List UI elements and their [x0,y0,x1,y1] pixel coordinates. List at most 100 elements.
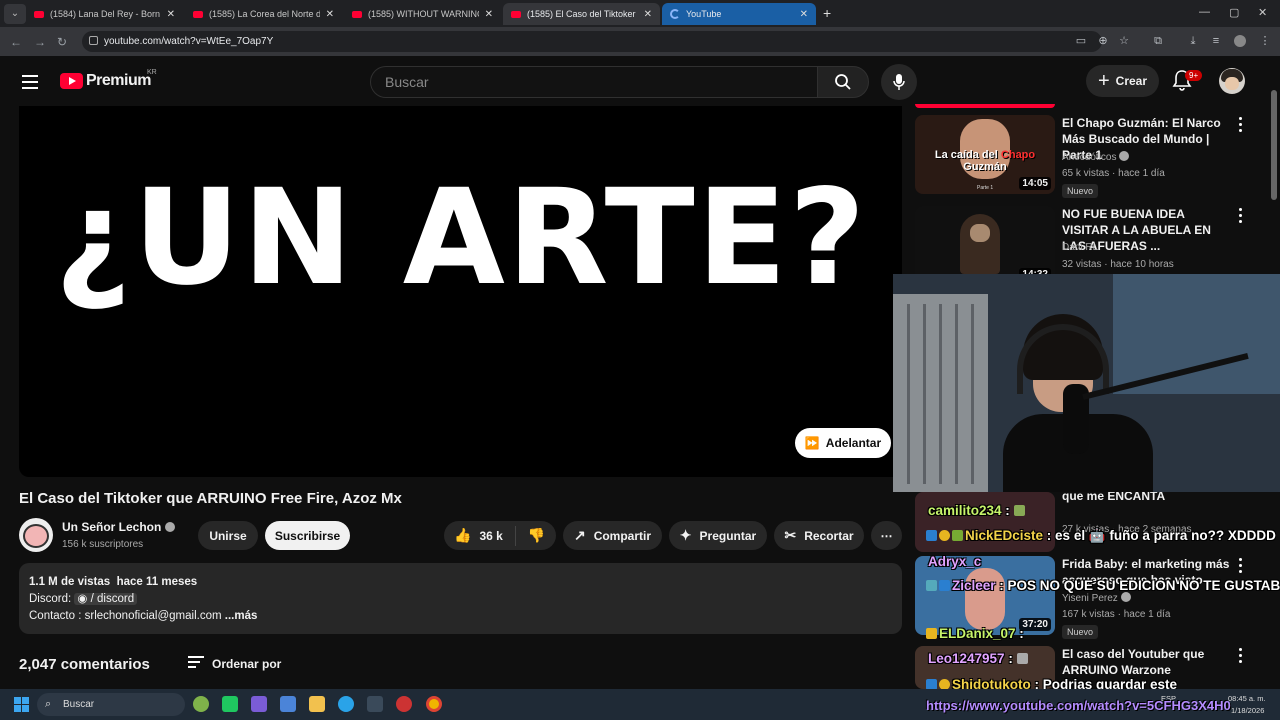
badge-icon [952,530,963,541]
new-badge: Nuevo [1062,184,1099,198]
voice-search-button[interactable] [881,64,917,100]
video-thumbnail[interactable]: La caída del Chapo Guzmán Parte 1 14:05 [915,115,1055,194]
account-avatar[interactable] [1219,68,1245,94]
app-icon-4[interactable] [396,696,412,712]
subscribe-button[interactable]: Suscribirse [265,521,350,550]
cast-icon[interactable]: ▭ [1075,35,1087,47]
more-vertical-icon[interactable] [1239,648,1243,666]
copilot-icon[interactable] [251,696,267,712]
site-info-icon[interactable] [89,36,98,45]
recommended-channel[interactable]: Dani RL [1062,242,1098,253]
windows-start-icon[interactable] [14,697,29,712]
app-icon-2[interactable] [222,696,238,712]
close-tab-icon[interactable]: ✕ [167,9,175,20]
close-tab-icon[interactable]: ✕ [800,9,808,20]
recommended-video[interactable]: 14:32 NO FUE BUENA IDEA VISITAR A LA ABU… [915,206,1255,285]
app-icon-3[interactable] [367,696,383,712]
bookmark-star-icon[interactable]: ☆ [1118,35,1130,47]
share-button[interactable]: ↗ Compartir [563,521,662,550]
skip-forward-button[interactable]: ⏩ Adelantar [795,428,891,458]
show-more-link[interactable]: ...más [225,610,258,622]
search-button[interactable] [817,66,869,98]
scissors-icon: ✂ [784,527,797,543]
close-tab-icon[interactable]: ✕ [644,9,652,20]
channel-name[interactable]: Un Señor Lechon [62,520,176,534]
browser-menu-icon[interactable]: ⋮ [1259,35,1271,47]
profile-avatar-icon[interactable] [1234,35,1246,47]
like-count[interactable]: 36 k [479,529,502,543]
sparkle-icon: ✦ [679,527,692,543]
badge-icon [939,580,950,591]
tab-search-chevron-icon[interactable]: ⌄ [4,3,26,24]
tab-1[interactable]: (1584) Lana Del Rey - Born To D ✕ [26,3,183,25]
badge-icon [926,580,937,591]
clip-button[interactable]: ✂ Recortar [774,521,864,550]
create-button[interactable]: + Crear [1086,65,1159,97]
app-icon-1[interactable] [193,696,209,712]
youtube-favicon-icon [193,10,203,18]
chat-message: Zicleer : POS NO QUE SU EDICION NO TE GU… [926,578,1280,593]
chat-message: Leo1247957 : [928,651,1030,666]
verified-icon [165,522,176,532]
close-window-icon[interactable]: ✕ [1258,6,1267,19]
extensions-icon[interactable]: ⧉ [1152,35,1164,47]
youtube-play-icon [60,73,83,89]
close-tab-icon[interactable]: ✕ [326,9,334,20]
screen: ⌄ (1584) Lana Del Rey - Born To D ✕ (158… [0,0,1280,720]
plus-icon: + [1097,69,1110,92]
back-icon[interactable]: ← [10,35,22,49]
youtube-favicon-icon [511,10,521,18]
duration-badge: 37:20 [1019,618,1051,631]
youtube-premium-logo[interactable]: Premium KR [60,69,157,90]
watched-progress-bar [915,104,1055,108]
recommended-title[interactable]: El caso del Youtuber que ARRUINO Warzone [1062,646,1232,678]
more-actions-button[interactable]: ⋯ [871,521,902,550]
download-icon[interactable]: ⤓ [1187,35,1199,47]
new-badge: Nuevo [1062,625,1099,639]
media-controls-icon[interactable]: ≡ [1210,35,1222,47]
tab-2[interactable]: (1585) La Corea del Norte de E ✕ [185,3,342,25]
chat-message: Adryx_c [928,554,982,569]
recommended-video[interactable]: La caída del Chapo Guzmán Parte 1 14:05 … [915,115,1255,200]
file-explorer-icon[interactable] [309,696,325,712]
tab-4[interactable]: (1585) El Caso del Tiktoker que ✕ [503,3,660,25]
chrome-icon[interactable] [426,696,442,712]
channel-avatar[interactable] [19,518,53,552]
more-vertical-icon[interactable] [1239,208,1243,226]
join-button[interactable]: Unirse [198,521,258,550]
url-field[interactable]: youtube.com/watch?v=WtEe_7Oap7Y [82,31,1102,52]
forward-icon[interactable]: → [34,35,46,49]
ask-button[interactable]: ✦ Preguntar [669,521,767,550]
tab-3[interactable]: (1585) WITHOUT WARNING | E ✕ [344,3,501,25]
discord-link[interactable]: ◉ / discord [74,593,138,605]
notification-badge: 9+ [1185,70,1203,81]
fast-forward-icon: ⏩ [804,436,820,450]
recommended-channel[interactable]: Yiseni Perez [1062,592,1131,604]
maximize-icon[interactable]: ▢ [1229,6,1239,19]
loading-spinner-icon [670,9,680,19]
like-dislike-group: 👍 36 k 👎 [444,521,556,550]
new-tab-button[interactable]: + [823,5,831,21]
streamer-webcam [893,274,1280,492]
zoom-icon[interactable]: ⊕ [1097,35,1109,47]
address-bar-row: ← → ↻ youtube.com/watch?v=WtEe_7Oap7Y ▭ … [0,27,1280,56]
like-icon[interactable]: 👍 [454,527,471,544]
browser-tab-bar: ⌄ (1584) Lana Del Rey - Born To D ✕ (158… [0,0,1280,27]
store-icon[interactable] [280,696,296,712]
more-vertical-icon[interactable] [1239,117,1243,135]
description-box[interactable]: 1.1 M de vistas hace 11 meses Discord: ◉… [19,563,902,634]
search-input[interactable]: Buscar [370,66,818,98]
close-tab-icon[interactable]: ✕ [485,9,493,20]
minimize-icon[interactable]: — [1199,6,1210,18]
recommended-channel[interactable]: Anecdóticos [1062,151,1130,163]
tab-5[interactable]: YouTube ✕ [662,3,816,25]
edge-icon[interactable] [338,696,354,712]
page-scrollbar[interactable] [1271,90,1277,200]
taskbar-search[interactable]: ⌕ Buscar [37,693,185,716]
menu-icon[interactable] [22,75,38,93]
sort-comments-button[interactable]: Ordenar por [188,656,281,671]
dislike-icon[interactable]: 👎 [528,527,545,544]
more-vertical-icon[interactable] [1239,558,1243,576]
reload-icon[interactable]: ↻ [57,35,67,49]
video-player[interactable]: ¿UN ARTE? [19,106,902,477]
